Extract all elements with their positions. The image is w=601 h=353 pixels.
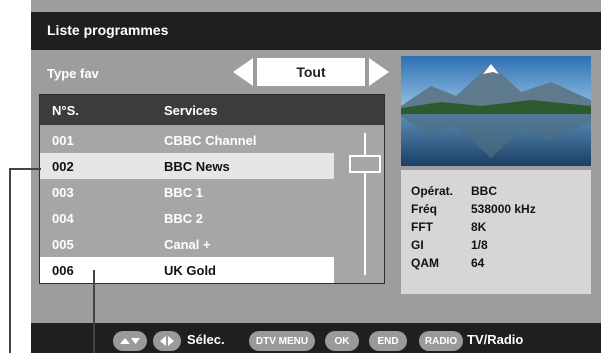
channel-preview-image: [401, 56, 591, 166]
tv-screen: Liste programmes Type fav Tout N°S. Serv…: [31, 0, 601, 353]
channel-number: 006: [52, 263, 74, 278]
window-title: Liste programmes: [47, 22, 169, 38]
dtv-menu-button[interactable]: DTV MENU: [249, 331, 315, 351]
col-number-header: N°S.: [52, 103, 79, 118]
ok-button[interactable]: OK: [325, 331, 359, 351]
list-item-highlighted[interactable]: 002 BBC News: [40, 153, 334, 179]
info-value: 64: [471, 256, 485, 270]
list-item[interactable]: 004 BBC 2: [40, 205, 334, 231]
channel-name: BBC 2: [164, 211, 204, 226]
channel-number: 001: [52, 133, 74, 148]
end-button[interactable]: END: [369, 331, 407, 351]
list-header: N°S. Services: [40, 95, 384, 125]
tv-radio-label: TV/Radio: [467, 332, 524, 347]
info-label: Opérat.: [411, 184, 454, 198]
list-item[interactable]: 001 CBBC Channel: [40, 127, 334, 153]
select-label: Sélec.: [187, 332, 225, 347]
channel-number: 003: [52, 185, 74, 200]
channel-number: 004: [52, 211, 74, 226]
callout-line-highlight: [9, 168, 11, 353]
info-value: 8K: [471, 220, 487, 234]
fav-prev-arrow-icon[interactable]: [233, 58, 253, 86]
info-label: QAM: [411, 256, 439, 270]
list-item[interactable]: 005 Canal +: [40, 231, 334, 257]
footer-bar: Sélec. DTV MENU OK END RADIO TV/Radio: [31, 323, 601, 353]
callout-line-highlight: [9, 168, 41, 170]
up-down-icon[interactable]: [113, 331, 147, 351]
list-item[interactable]: 003 BBC 1: [40, 179, 334, 205]
channel-info-panel: Opérat. BBC Fréq 538000 kHz FFT 8K GI 1/…: [401, 170, 591, 294]
channel-number: 005: [52, 237, 74, 252]
fav-type-value[interactable]: Tout: [257, 58, 365, 86]
scrollbar-thumb[interactable]: [349, 155, 381, 173]
channel-name: CBBC Channel: [164, 133, 257, 148]
title-bar: Liste programmes: [31, 12, 601, 50]
channel-number: 002: [52, 159, 74, 174]
left-right-icon[interactable]: [153, 331, 181, 351]
info-value: BBC: [471, 184, 497, 198]
info-label: Fréq: [411, 202, 438, 216]
col-services-header: Services: [164, 103, 218, 118]
info-label: FFT: [411, 220, 433, 234]
info-value: 1/8: [471, 238, 488, 252]
fav-type-label: Type fav: [47, 66, 99, 81]
radio-button[interactable]: RADIO: [419, 331, 463, 351]
callout-line-selected: [93, 270, 95, 353]
top-band: [31, 0, 601, 12]
landscape-preview-icon: [401, 56, 591, 166]
info-value: 538000 kHz: [471, 202, 536, 216]
list-item-selected[interactable]: 006 UK Gold: [40, 257, 334, 283]
channel-list: N°S. Services 001 CBBC Channel 002 BBC N…: [39, 94, 385, 284]
channel-name: BBC News: [164, 159, 230, 174]
fav-next-arrow-icon[interactable]: [369, 58, 389, 86]
channel-name: UK Gold: [164, 263, 216, 278]
channel-name: Canal +: [164, 237, 211, 252]
channel-name: BBC 1: [164, 185, 204, 200]
info-label: GI: [411, 238, 424, 252]
